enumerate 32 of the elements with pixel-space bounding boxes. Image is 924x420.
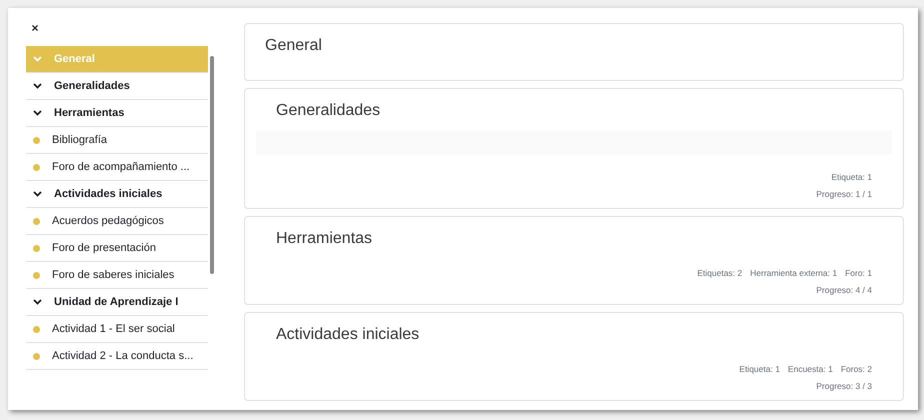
activity-count: Foros: 2 xyxy=(840,363,872,375)
chevron-down-icon xyxy=(33,191,42,197)
section-title: Generalidades xyxy=(276,101,382,121)
progress-text: Progreso: 3 / 3 xyxy=(816,380,872,392)
section-title: Actividades iniciales xyxy=(276,325,420,345)
chevron-down-icon xyxy=(33,299,42,305)
activity-item[interactable]: Foro de saberes iniciales xyxy=(26,262,208,288)
section-item[interactable]: Unidad de Aprendizaje I xyxy=(26,289,208,315)
activity-count: Foro: 1 xyxy=(845,267,872,279)
section-title: General xyxy=(265,36,323,56)
close-button[interactable]: × xyxy=(29,22,41,34)
activity-item[interactable]: Actividad 1 - El ser social xyxy=(26,316,208,342)
activity-item[interactable]: Actividad 2 - La conducta s... xyxy=(26,343,208,369)
chevron-down-icon xyxy=(33,110,42,116)
section-item[interactable]: Herramientas xyxy=(26,100,208,126)
chevron-down-icon xyxy=(33,56,42,62)
activity-count: Encuesta: 1 xyxy=(788,363,833,375)
chevron-down-icon xyxy=(33,83,42,89)
activity-count: Herramienta externa: 1 xyxy=(750,267,838,279)
scrollbar[interactable] xyxy=(210,56,214,274)
activity-count: Etiqueta: 1 xyxy=(739,363,780,375)
activity-item[interactable]: Acuerdos pedagógicos xyxy=(26,208,208,234)
activity-item[interactable]: Bibliografía xyxy=(26,127,208,153)
section-item[interactable]: Actividades iniciales xyxy=(26,181,208,207)
activity-item[interactable]: Foro de presentación xyxy=(26,235,208,261)
activity-item[interactable]: Foro de acompañamiento ... xyxy=(26,154,208,180)
activity-count: Etiqueta: 1 xyxy=(831,171,872,183)
activity-count: Etiquetas: 2 xyxy=(697,267,742,279)
progress-text: Progreso: 1 / 1 xyxy=(816,188,872,200)
section-title: Herramientas xyxy=(276,229,374,249)
section-item[interactable]: Generalidades xyxy=(26,73,208,99)
progress-text: Progreso: 4 / 4 xyxy=(816,284,872,296)
